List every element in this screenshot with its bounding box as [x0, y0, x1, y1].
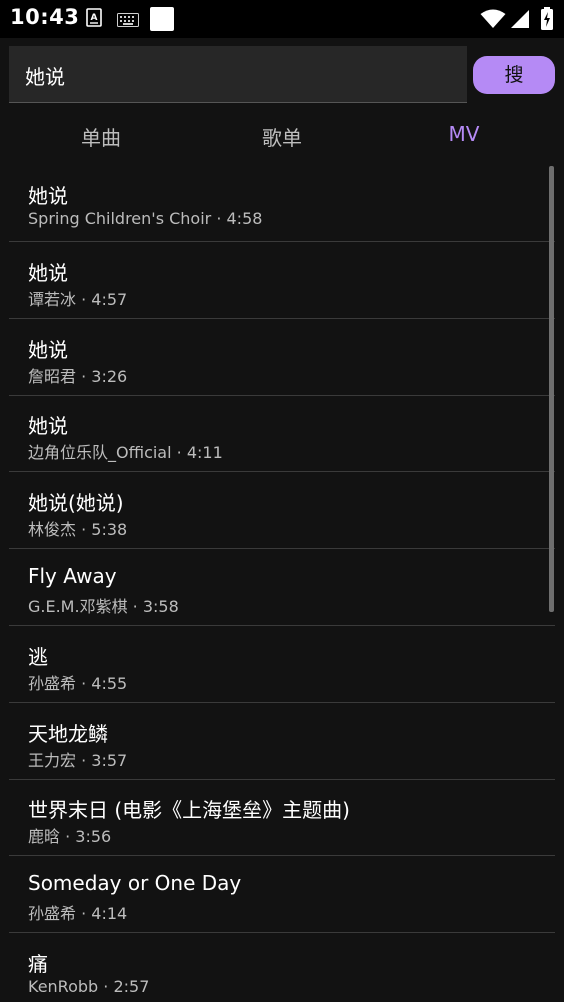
- item-subtitle: 詹昭君 · 3:26: [28, 367, 128, 386]
- list-item[interactable]: 世界末日 (电影《上海堡垒》主题曲) 鹿晗 · 3:56: [9, 779, 555, 856]
- list-item[interactable]: 逃 孙盛希 · 4:55: [9, 626, 555, 703]
- list-item[interactable]: Someday or One Day 孙盛希 · 4:14: [9, 856, 555, 933]
- signal-icon: [510, 9, 530, 33]
- square-icon: [150, 7, 174, 35]
- list-item[interactable]: 天地龙鳞 王力宏 · 3:57: [9, 703, 555, 780]
- item-subtitle: 孙盛希 · 4:14: [28, 904, 128, 923]
- item-title: Someday or One Day: [28, 871, 242, 895]
- item-title: 世界末日 (电影《上海堡垒》主题曲): [28, 798, 350, 822]
- item-subtitle: 王力宏 · 3:57: [28, 751, 128, 770]
- item-title: 她说(她说): [28, 491, 124, 515]
- search-button[interactable]: 搜: [473, 56, 555, 94]
- status-bar: 10:43 A: [0, 0, 564, 38]
- list-item[interactable]: 她说 谭若冰 · 4:57: [9, 242, 555, 319]
- item-title: 她说: [28, 261, 68, 285]
- category-tabs: 单曲 歌单 MV: [0, 112, 564, 160]
- a-keyboard-icon: A: [86, 8, 102, 32]
- list-item[interactable]: 她说 詹昭君 · 3:26: [9, 319, 555, 396]
- wifi-icon: [480, 9, 506, 33]
- item-subtitle: 鹿晗 · 3:56: [28, 827, 112, 846]
- keyboard-icon: [117, 12, 139, 31]
- search-input[interactable]: [25, 60, 445, 90]
- list-item[interactable]: 她说 Spring Children's Choir · 4:58: [9, 165, 555, 242]
- list-item[interactable]: 她说(她说) 林俊杰 · 5:38: [9, 472, 555, 549]
- svg-text:A: A: [91, 13, 98, 23]
- item-subtitle: 边角位乐队_Official · 4:11: [28, 443, 223, 462]
- item-subtitle: Spring Children's Choir · 4:58: [28, 209, 263, 228]
- list-item[interactable]: 痛 KenRobb · 2:57: [9, 933, 555, 1002]
- item-subtitle: G.E.M.邓紫棋 · 3:58: [28, 597, 179, 616]
- list-scrollbar[interactable]: [549, 166, 554, 612]
- list-item[interactable]: Fly Away G.E.M.邓紫棋 · 3:58: [9, 549, 555, 626]
- item-title: 她说: [28, 184, 68, 208]
- battery-charging-icon: [540, 7, 554, 35]
- item-title: 逃: [28, 645, 48, 669]
- tab-singles[interactable]: 单曲: [41, 122, 161, 151]
- item-title: 她说: [28, 414, 68, 438]
- status-time: 10:43: [10, 5, 80, 29]
- item-subtitle: 林俊杰 · 5:38: [28, 520, 128, 539]
- list-item[interactable]: 她说 边角位乐队_Official · 4:11: [9, 395, 555, 472]
- item-title: 痛: [28, 952, 48, 976]
- item-subtitle: 谭若冰 · 4:57: [28, 290, 128, 309]
- results-list: 她说 Spring Children's Choir · 4:58 她说 谭若冰…: [9, 165, 555, 1002]
- search-box[interactable]: [9, 46, 467, 103]
- item-subtitle: 孙盛希 · 4:55: [28, 674, 128, 693]
- item-title: 她说: [28, 338, 68, 362]
- tab-mv[interactable]: MV: [404, 122, 524, 146]
- item-title: 天地龙鳞: [28, 722, 108, 746]
- item-subtitle: KenRobb · 2:57: [28, 977, 150, 996]
- item-title: Fly Away: [28, 564, 117, 588]
- tab-playlists[interactable]: 歌单: [222, 122, 342, 151]
